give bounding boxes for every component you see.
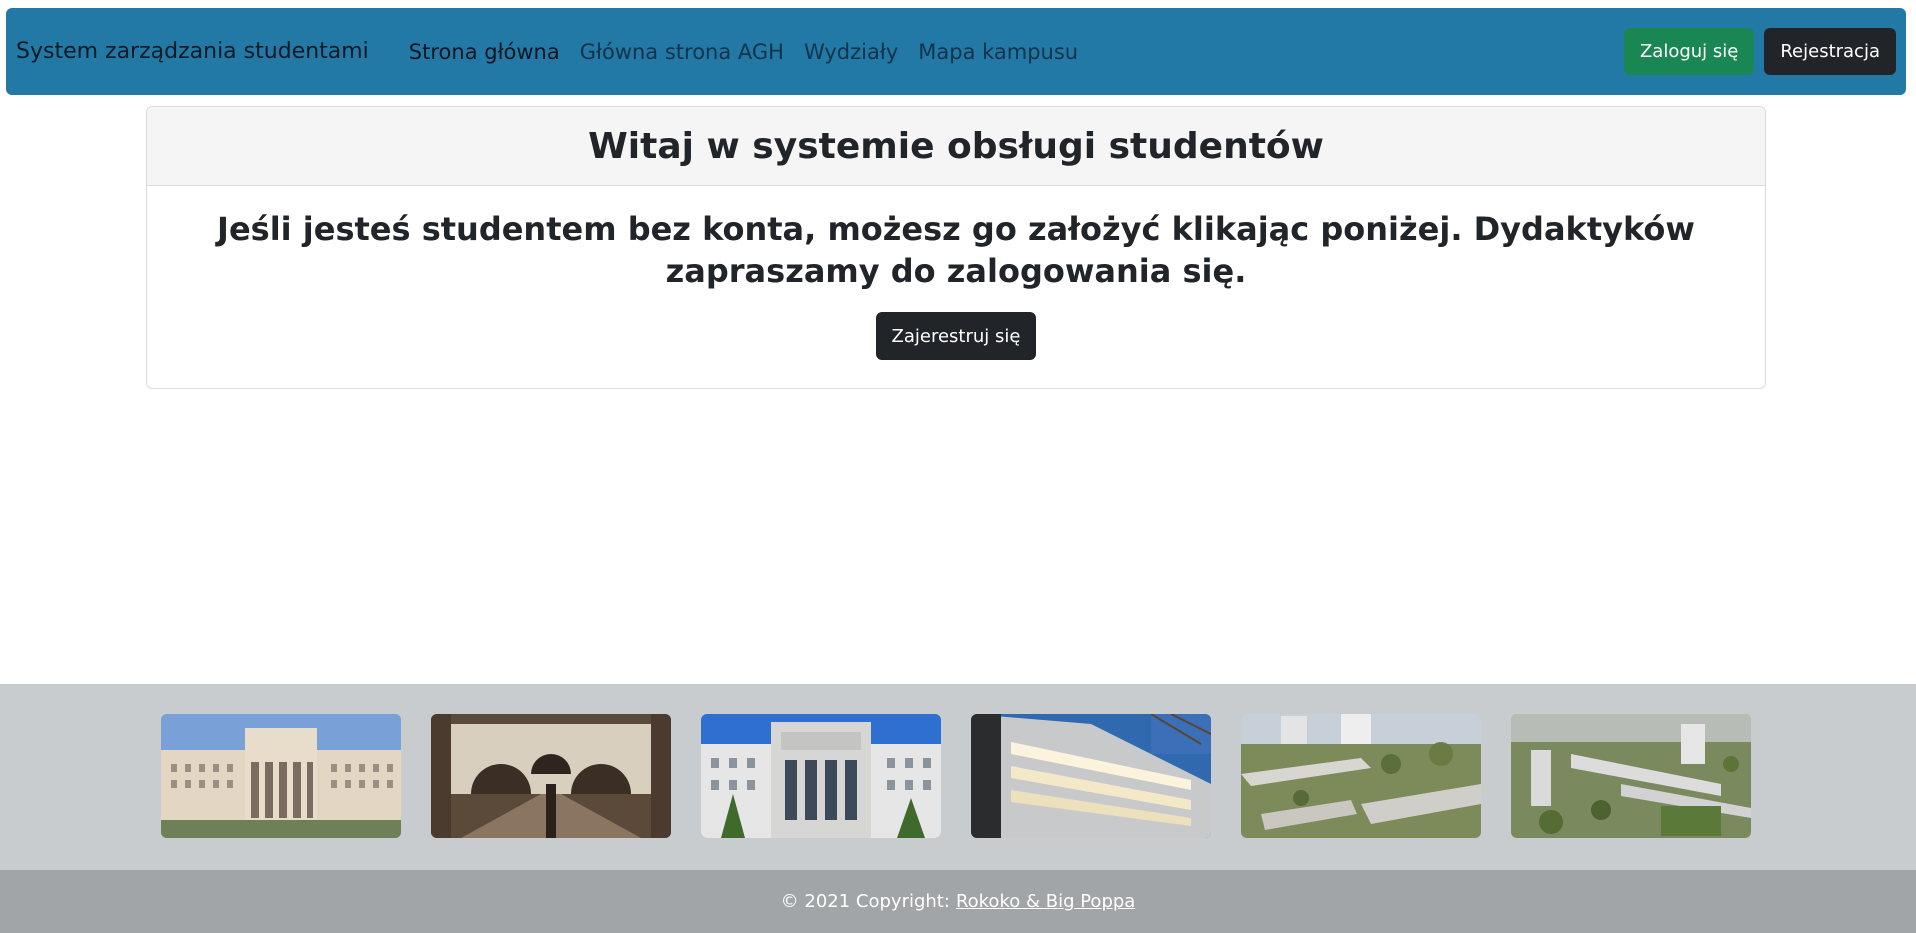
campus-photo <box>701 714 941 838</box>
footer-gallery <box>0 684 1916 870</box>
nav-link-campus-map[interactable]: Mapa kampusu <box>908 40 1088 64</box>
footer: © 2021 Copyright: Rokoko & Big Poppa <box>0 870 1916 933</box>
campus-photo <box>971 714 1211 838</box>
page: System zarządzania studentami Strona głó… <box>0 0 1916 933</box>
signup-button[interactable]: Zajerestruj się <box>875 312 1037 360</box>
nav-link-agh[interactable]: Główna strona AGH <box>570 40 794 64</box>
campus-photo <box>431 714 671 838</box>
nav-links: Strona główna Główna strona AGH Wydziały… <box>399 40 1088 64</box>
campus-photo <box>1511 714 1751 838</box>
navbar: System zarządzania studentami Strona głó… <box>6 8 1906 95</box>
copyright-text: © 2021 Copyright: <box>780 891 950 912</box>
register-button[interactable]: Rejestracja <box>1764 28 1896 75</box>
card-header: Witaj w systemie obsługi studentów <box>147 107 1765 186</box>
nav-link-faculties[interactable]: Wydziały <box>794 40 908 64</box>
welcome-card: Witaj w systemie obsługi studentów Jeśli… <box>146 106 1766 389</box>
footer-authors-link[interactable]: Rokoko & Big Poppa <box>956 891 1135 912</box>
page-title: Witaj w systemie obsługi studentów <box>588 125 1324 167</box>
campus-photo <box>1241 714 1481 838</box>
card-body: Jeśli jesteś studentem bez konta, możesz… <box>147 186 1765 360</box>
campus-photo <box>161 714 401 838</box>
welcome-text: Jeśli jesteś studentem bez konta, możesz… <box>217 210 1695 290</box>
nav-auth-buttons: Zaloguj się Rejestracja <box>1623 28 1896 75</box>
navbar-brand[interactable]: System zarządzania studentami <box>16 39 369 64</box>
nav-link-home[interactable]: Strona główna <box>399 40 570 64</box>
login-button[interactable]: Zaloguj się <box>1623 28 1755 75</box>
